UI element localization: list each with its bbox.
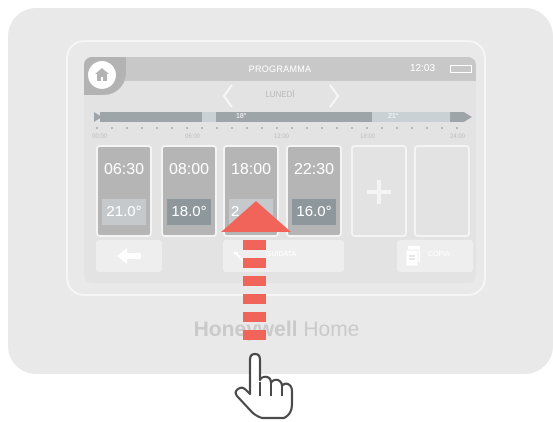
hand-pointer-icon xyxy=(234,352,294,420)
arrow-up-icon xyxy=(221,201,291,232)
